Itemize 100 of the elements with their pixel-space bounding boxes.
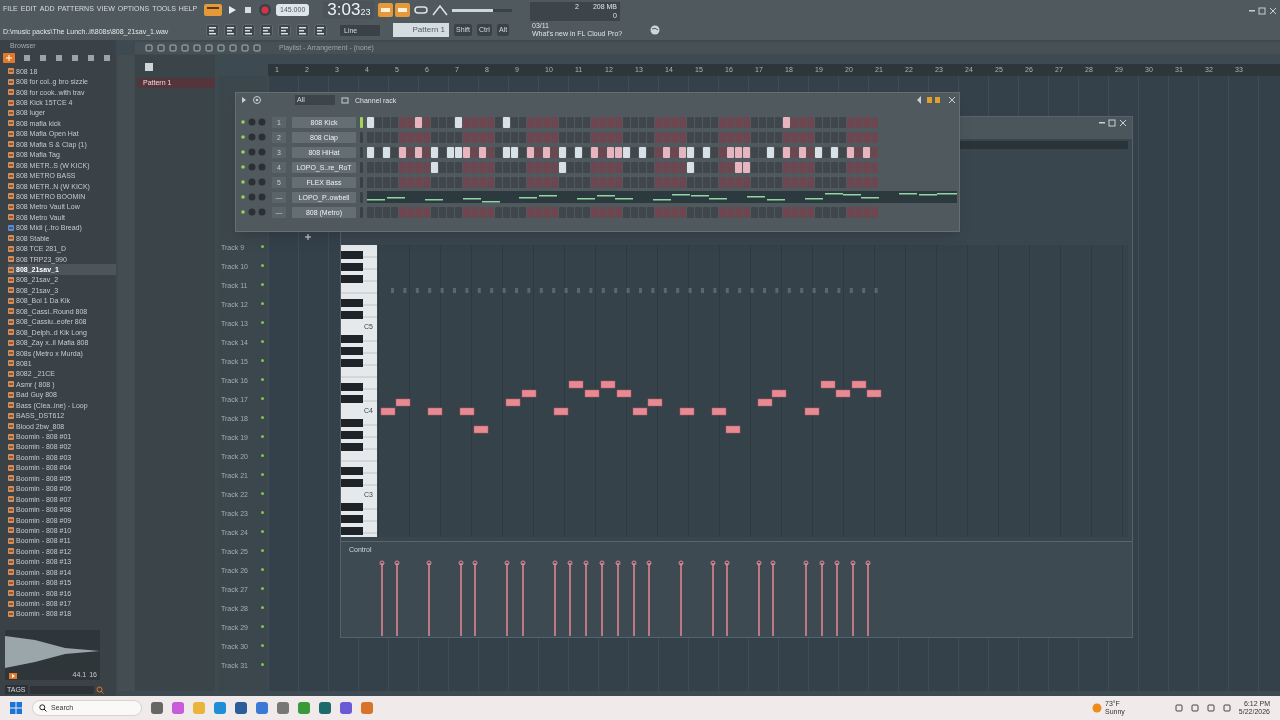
- step-button[interactable]: [431, 161, 438, 173]
- window-controls[interactable]: [1098, 119, 1128, 127]
- track-led[interactable]: [261, 416, 264, 419]
- step-button[interactable]: [511, 146, 518, 158]
- step-button[interactable]: [799, 146, 806, 158]
- channel-knobs[interactable]: [240, 118, 268, 126]
- step-button[interactable]: [575, 146, 582, 158]
- add-icon[interactable]: [3, 53, 15, 63]
- track-led[interactable]: [261, 587, 264, 590]
- channel-knobs[interactable]: [240, 163, 268, 171]
- step-button[interactable]: [783, 116, 790, 128]
- step-button[interactable]: [615, 146, 622, 158]
- step-button[interactable]: [455, 146, 462, 158]
- step-button[interactable]: [679, 146, 686, 158]
- step-button[interactable]: [447, 146, 454, 158]
- step-button[interactable]: [735, 161, 742, 173]
- record-icon[interactable]: [258, 3, 272, 17]
- master-volume-fill[interactable]: [452, 8, 493, 12]
- channel-knobs[interactable]: [240, 178, 268, 186]
- piano-keys-icon[interactable]: [145, 63, 153, 71]
- track-led[interactable]: [261, 625, 264, 628]
- track-led[interactable]: [261, 530, 264, 533]
- track-led[interactable]: [261, 568, 264, 571]
- step-button[interactable]: [503, 116, 510, 128]
- step-button[interactable]: [367, 146, 374, 158]
- step-button[interactable]: [479, 146, 486, 158]
- audio-file-icon: [8, 151, 14, 158]
- step-button[interactable]: [415, 146, 422, 158]
- add-channel-icon[interactable]: [304, 233, 312, 241]
- track-led[interactable]: [261, 340, 264, 343]
- track-led[interactable]: [261, 663, 264, 666]
- sun-icon[interactable]: [1092, 703, 1102, 713]
- track-led[interactable]: [261, 359, 264, 362]
- master-volume-slider[interactable]: [452, 8, 513, 12]
- track-led[interactable]: [261, 473, 264, 476]
- globe-icon[interactable]: [650, 25, 660, 35]
- metronome-toggle[interactable]: [378, 3, 411, 17]
- note-preview-drawing[interactable]: [367, 191, 957, 203]
- step-button[interactable]: [591, 146, 598, 158]
- track-led[interactable]: [261, 454, 264, 457]
- step-button[interactable]: [527, 146, 534, 158]
- channel-knobs[interactable]: [240, 148, 268, 156]
- track-led[interactable]: [261, 435, 264, 438]
- step-button[interactable]: [383, 146, 390, 158]
- step-button[interactable]: [815, 146, 822, 158]
- track-led[interactable]: [261, 492, 264, 495]
- pattern-song-toggle[interactable]: [204, 4, 222, 16]
- step-button[interactable]: [415, 116, 422, 128]
- step-button[interactable]: [767, 146, 774, 158]
- step-button[interactable]: [863, 146, 870, 158]
- step-button[interactable]: [623, 146, 630, 158]
- track-led[interactable]: [261, 245, 264, 248]
- audio-file-icon: [8, 527, 14, 534]
- play-icon[interactable]: [226, 4, 238, 16]
- step-button[interactable]: [735, 146, 742, 158]
- step-button[interactable]: [727, 146, 734, 158]
- step-button[interactable]: [847, 146, 854, 158]
- step-button[interactable]: [703, 146, 710, 158]
- track-led[interactable]: [261, 321, 264, 324]
- expand-icon[interactable]: [241, 97, 247, 103]
- step-button[interactable]: [455, 116, 462, 128]
- step-button[interactable]: [743, 161, 750, 173]
- track-led[interactable]: [261, 397, 264, 400]
- track-led[interactable]: [261, 549, 264, 552]
- step-button[interactable]: [463, 146, 470, 158]
- step-button[interactable]: [639, 146, 646, 158]
- step-button[interactable]: [367, 116, 374, 128]
- search-icon[interactable]: [95, 685, 104, 694]
- step-button[interactable]: [831, 146, 838, 158]
- pattern-selector[interactable]: Pattern 1: [393, 23, 449, 37]
- track-led[interactable]: [261, 378, 264, 381]
- track-led[interactable]: [261, 302, 264, 305]
- step-button[interactable]: [687, 146, 694, 158]
- channel-knobs[interactable]: [240, 133, 268, 141]
- track-led[interactable]: [261, 606, 264, 609]
- step-button[interactable]: [743, 146, 750, 158]
- step-button[interactable]: [559, 161, 566, 173]
- step-button[interactable]: [687, 161, 694, 173]
- windows-start-icon[interactable]: [10, 702, 22, 714]
- track-led[interactable]: [261, 644, 264, 647]
- step-button[interactable]: [559, 146, 566, 158]
- channel-knobs[interactable]: [240, 193, 268, 201]
- step-button[interactable]: [783, 146, 790, 158]
- step-button[interactable]: [431, 146, 438, 158]
- window-controls[interactable]: [1248, 7, 1278, 15]
- channel-select-indicator[interactable]: [360, 116, 363, 128]
- track-led[interactable]: [261, 511, 264, 514]
- step-button[interactable]: [503, 146, 510, 158]
- track-led[interactable]: [261, 283, 264, 286]
- stop-icon[interactable]: [242, 4, 254, 16]
- step-button[interactable]: [399, 146, 406, 158]
- step-button[interactable]: [607, 146, 614, 158]
- channel-knobs[interactable]: [240, 208, 268, 216]
- track-led[interactable]: [261, 264, 264, 267]
- step-button[interactable]: [543, 146, 550, 158]
- preview-play-icon[interactable]: [9, 673, 17, 679]
- audio-file-icon: [8, 89, 14, 96]
- rack-controls[interactable]: [917, 96, 957, 104]
- audio-file-icon: [8, 548, 14, 555]
- step-button[interactable]: [663, 146, 670, 158]
